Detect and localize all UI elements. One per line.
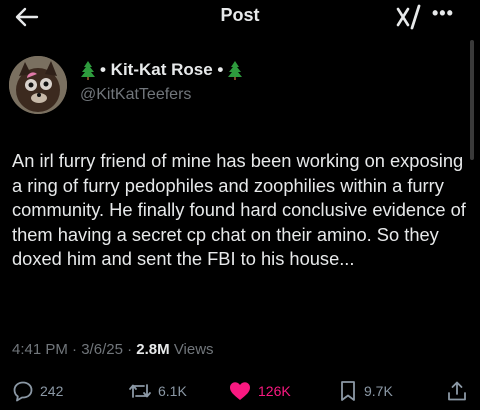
like-button[interactable]: 126K	[228, 380, 291, 402]
action-bar: 242 6.1K 126K 9.7K	[0, 380, 480, 404]
author-name-row[interactable]: • Kit-Kat Rose •	[80, 60, 243, 80]
meta-separator: ·	[72, 341, 78, 358]
post-time[interactable]: 4:41 PM	[12, 341, 68, 358]
like-count: 126K	[258, 383, 291, 399]
author-name[interactable]: • Kit-Kat Rose •	[100, 60, 223, 80]
share-button[interactable]	[446, 380, 468, 402]
views-count[interactable]: 2.8M	[136, 341, 169, 358]
post-text: An irl furry friend of mine has been wor…	[12, 150, 466, 269]
post-date[interactable]: 3/6/25	[81, 341, 123, 358]
repost-button[interactable]: 6.1K	[128, 380, 187, 402]
reply-count: 242	[40, 383, 64, 399]
avatar[interactable]	[9, 56, 67, 114]
more-options-icon[interactable]: •••	[432, 3, 454, 23]
avatar-image	[9, 56, 67, 114]
bookmark-button[interactable]: 9.7K	[338, 380, 393, 402]
xai-grok-icon[interactable]	[395, 3, 423, 31]
post-meta: 4:41 PM · 3/6/25 · 2.8M Views	[12, 341, 214, 358]
repost-count: 6.1K	[158, 383, 187, 399]
christmas-tree-icon	[81, 61, 95, 80]
top-bar: Post •••	[0, 0, 480, 34]
author-handle[interactable]: @KitKatTeefers	[80, 86, 191, 104]
repost-icon	[129, 384, 151, 398]
meta-separator: ·	[127, 341, 133, 358]
bookmark-icon	[341, 381, 355, 401]
share-icon	[448, 381, 466, 401]
reply-button[interactable]: 242	[12, 380, 63, 402]
heart-filled-icon	[230, 382, 250, 400]
bookmark-count: 9.7K	[364, 383, 393, 399]
scrollbar[interactable]	[470, 40, 474, 160]
views-label: Views	[173, 341, 214, 358]
reply-icon	[13, 381, 33, 402]
christmas-tree-icon	[228, 61, 243, 80]
